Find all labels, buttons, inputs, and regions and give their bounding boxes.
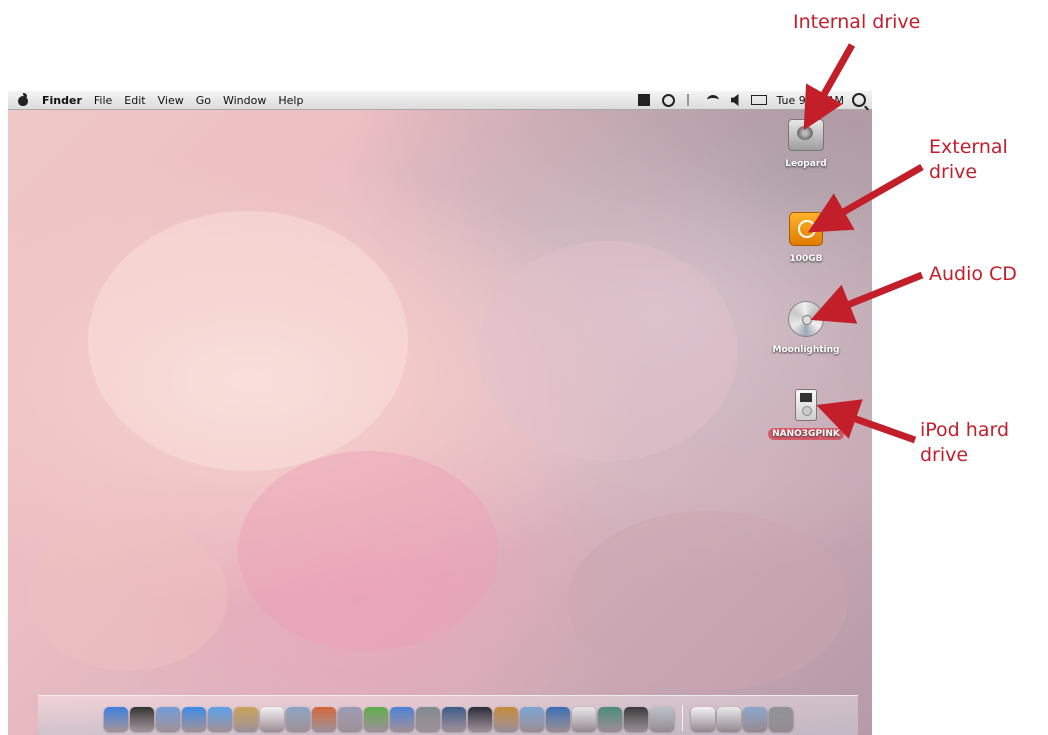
arrow-internal-drive	[803, 43, 856, 131]
callout-ipod: iPod hard drive	[920, 418, 1009, 468]
callout-external-drive: External drive	[929, 135, 1008, 185]
callout-text: drive	[929, 161, 978, 183]
arrow-ipod	[816, 399, 917, 444]
callout-text: Internal drive	[793, 11, 921, 33]
callout-audio-cd: Audio CD	[929, 262, 1017, 287]
callout-text: drive	[920, 444, 969, 466]
callout-text: iPod hard	[920, 419, 1010, 441]
callout-text: External	[929, 136, 1008, 158]
arrow-audio-cd	[810, 271, 924, 324]
callout-text: Audio CD	[929, 263, 1017, 285]
callout-internal-drive: Internal drive	[793, 10, 920, 35]
arrow-external-drive	[807, 163, 924, 233]
callout-arrows	[803, 43, 924, 444]
